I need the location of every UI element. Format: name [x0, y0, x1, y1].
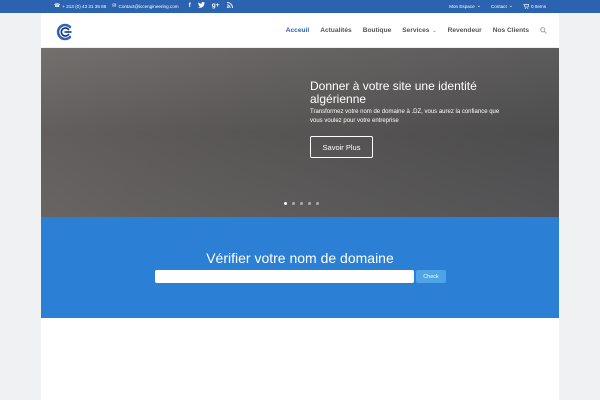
main-header: Acceuil Actualités Boutique Services ⌄ R…: [41, 13, 559, 48]
contact-label: Contact: [490, 4, 507, 9]
phone-info: ☎ + 213 (0) 43 31 35 86: [54, 3, 107, 10]
hero-description: Transformez votre nom de domaine à .DZ, …: [310, 109, 500, 124]
rss-icon[interactable]: [226, 2, 233, 11]
google-plus-icon[interactable]: g+: [212, 3, 220, 10]
phone-number: + 213 (0) 43 31 35 86: [62, 4, 107, 9]
nav-label: Nos Clients: [492, 27, 529, 34]
domain-check-section: Vérifier votre nom de domaine Check: [41, 217, 559, 318]
slider-dot[interactable]: [292, 202, 295, 205]
slider-dot[interactable]: [284, 202, 287, 205]
top-bar: ☎ + 213 (0) 43 31 35 86 ✉ Contact@icceng…: [0, 0, 600, 13]
nav-label: Acceuil: [285, 27, 310, 34]
email-link[interactable]: ✉ Contact@iccengineering.com: [112, 3, 179, 10]
contact-menu[interactable]: Contact ⌄: [490, 3, 513, 10]
search-icon[interactable]: [540, 27, 547, 34]
nav-item-services[interactable]: Services ⌄: [402, 27, 436, 34]
cart-label: 0 Items: [530, 4, 546, 9]
hero-slider: Donner à votre site une identité algérie…: [41, 48, 559, 217]
nav-item-boutique[interactable]: Boutique: [363, 27, 392, 34]
nav-item-actualites[interactable]: Actualités: [320, 27, 352, 34]
nav-label: Services: [402, 27, 430, 34]
chevron-down-icon: ⌄: [476, 3, 481, 9]
nav-label: Revendeur: [447, 27, 482, 34]
account-label: Mon Espace: [449, 4, 475, 9]
slider-dot[interactable]: [300, 202, 303, 205]
email-address: Contact@iccengineering.com: [118, 4, 179, 9]
slider-pagination: [284, 202, 319, 205]
nav-item-revendeur[interactable]: Revendeur: [448, 27, 482, 34]
nav-label: Actualités: [320, 27, 352, 34]
savoir-plus-button[interactable]: Savoir Plus: [310, 136, 373, 158]
chevron-down-icon: ⌄: [432, 27, 437, 34]
chevron-down-icon: ⌄: [508, 3, 513, 9]
hero-background: [41, 48, 559, 217]
slider-dot[interactable]: [316, 202, 319, 205]
cart-icon: [522, 3, 530, 10]
nav-item-acceuil[interactable]: Acceuil: [286, 27, 309, 34]
hero-title: Donner à votre site une identité algérie…: [310, 79, 477, 106]
check-button[interactable]: Check: [416, 270, 446, 283]
phone-icon: ☎: [54, 3, 61, 9]
domain-check-title: Vérifier votre nom de domaine: [206, 250, 394, 266]
account-menu[interactable]: Mon Espace ⌄: [449, 3, 481, 10]
domain-input[interactable]: [155, 270, 414, 283]
facebook-icon[interactable]: f: [189, 3, 191, 10]
main-nav: Acceuil Actualités Boutique Services ⌄ R…: [286, 13, 547, 48]
twitter-icon[interactable]: [197, 2, 205, 11]
envelope-icon: ✉: [112, 3, 117, 9]
nav-label: Boutique: [362, 27, 392, 34]
cart-link[interactable]: 0 Items: [522, 3, 546, 10]
slider-dot[interactable]: [308, 202, 311, 205]
nav-item-nos-clients[interactable]: Nos Clients: [493, 27, 529, 34]
site-logo[interactable]: [55, 22, 75, 42]
